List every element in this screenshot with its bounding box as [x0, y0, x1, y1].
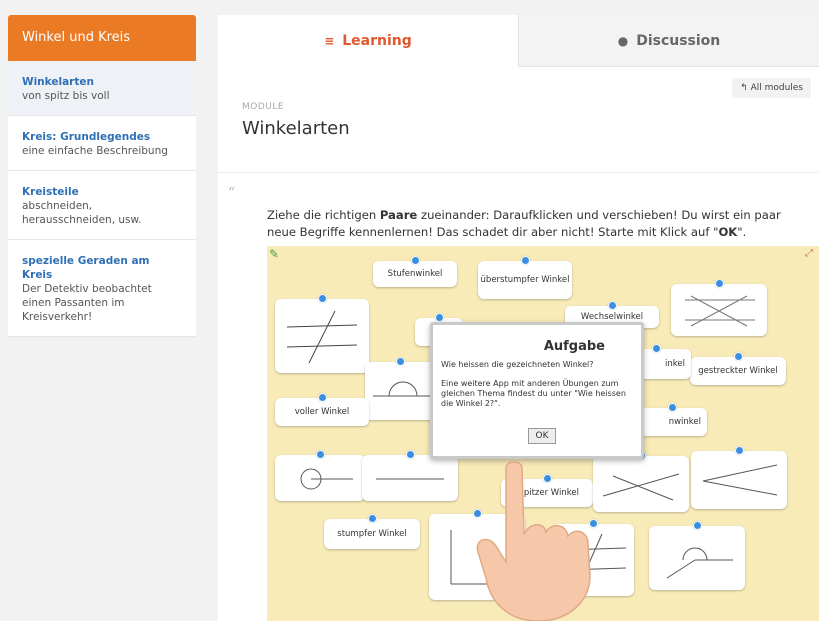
pin	[608, 301, 617, 310]
sidebar-item-subtitle: eine einfache Beschreibung	[22, 145, 168, 157]
hand-pointer-icon	[476, 461, 591, 621]
card-label: nwinkel	[668, 417, 701, 427]
sidebar-item-title: Kreis: Grundlegendes	[22, 131, 151, 143]
full-angle-drawing	[300, 468, 353, 490]
card-label: Wechselwinkel	[580, 312, 644, 322]
card-label: stumpfer Winkel	[337, 529, 407, 539]
half-circle-drawing	[373, 381, 431, 397]
tab-bar: ≡ Learning ● Discussion	[218, 15, 819, 67]
pin	[318, 393, 327, 402]
pin	[652, 344, 661, 353]
spitzer-winkel-drawing	[702, 464, 778, 496]
dialog-question: Wie heissen die gezeichneten Winkel?	[441, 360, 594, 369]
quote-icon: “	[228, 185, 236, 201]
page-title: Winkelarten	[242, 118, 350, 139]
card-label: Stufenwinkel	[387, 269, 443, 279]
card-nebenwinkel[interactable]: nwinkel	[637, 403, 707, 436]
sidebar-item-title: Winkelarten	[22, 76, 94, 88]
back-arrow-icon: ↰	[740, 83, 748, 93]
card-ueberstumpfer-winkel[interactable]: überstumpfer Winkel	[478, 256, 572, 299]
card-semicircle-drawing[interactable]	[365, 357, 435, 420]
pin	[734, 352, 743, 361]
module-label: MODULE	[242, 102, 285, 112]
card-acute-angle-drawing[interactable]	[691, 446, 787, 509]
straight-angle-drawing	[376, 478, 444, 480]
fullscreen-icon[interactable]: ⤢	[805, 248, 813, 259]
sidebar-list: Winkelarten von spitz bis voll Kreis: Gr…	[8, 61, 196, 337]
instruction-bold: Paare	[379, 208, 418, 222]
tab-label: Discussion	[636, 32, 721, 49]
card-crossing-lines-drawing[interactable]	[671, 279, 767, 336]
dialog-text: Eine weitere App mit anderen Übungen zum…	[441, 379, 626, 408]
pin	[368, 514, 377, 523]
sidebar-header: Winkel und Kreis	[8, 15, 196, 61]
sidebar: Winkel und Kreis Winkelarten von spitz b…	[8, 15, 196, 337]
pin	[411, 256, 420, 265]
sidebar-item-subtitle: abschneiden, herausschneiden, usw.	[22, 200, 142, 226]
card-parallel-lines-drawing[interactable]	[275, 294, 369, 373]
card-obtuse-angle-drawing[interactable]	[649, 521, 745, 590]
card-gestreckter-winkel[interactable]: gestreckter Winkel	[690, 352, 786, 385]
tab-learning[interactable]: ≡ Learning	[218, 15, 518, 67]
sidebar-item-winkelarten[interactable]: Winkelarten von spitz bis voll	[8, 61, 196, 116]
card-label: gestreckter Winkel	[698, 366, 778, 376]
hint-icon[interactable]: ✎	[269, 247, 279, 261]
card-label: voller Winkel	[294, 407, 350, 417]
instruction-bold: OK	[718, 225, 738, 239]
sidebar-item-spezielle-geraden[interactable]: spezielle Geraden am Kreis Der Detektiv …	[8, 240, 196, 337]
pin	[396, 357, 405, 366]
sidebar-item-title: Kreisteile	[22, 186, 79, 198]
instruction-part: ".	[737, 225, 747, 239]
pin	[735, 446, 744, 455]
card-straight-angle-drawing[interactable]	[362, 450, 458, 501]
instruction-part: Ziehe die richtigen	[267, 208, 380, 222]
list-icon: ≡	[324, 34, 335, 48]
pin	[316, 450, 325, 459]
divider	[218, 172, 819, 173]
stumpfer-winkel-drawing	[666, 547, 733, 579]
sidebar-item-title: spezielle Geraden am Kreis	[22, 255, 150, 281]
card-full-angle-drawing[interactable]	[275, 450, 365, 501]
instruction-text: Ziehe die richtigen Paare zueinander: Da…	[267, 207, 812, 241]
pin	[406, 450, 415, 459]
card-label: inkel	[665, 359, 685, 369]
sidebar-item-kreis-grundlegendes[interactable]: Kreis: Grundlegendes eine einfache Besch…	[8, 116, 196, 171]
wechselwinkel-drawing	[685, 295, 755, 327]
all-modules-label: All modules	[750, 83, 803, 93]
sidebar-item-subtitle: von spitz bis voll	[22, 90, 110, 102]
pin	[693, 521, 702, 530]
pin	[435, 313, 444, 322]
pin	[521, 256, 530, 265]
stufenwinkel-drawing	[286, 310, 358, 364]
chat-icon: ●	[617, 33, 629, 48]
sidebar-item-subtitle: Der Detektiv beobachtet einen Passanten …	[22, 283, 152, 323]
pin	[715, 279, 724, 288]
card-label: überstumpfer Winkel	[480, 275, 570, 285]
tab-discussion[interactable]: ● Discussion	[518, 15, 819, 67]
task-dialog: Aufgabe Wie heissen die gezeichneten Win…	[430, 322, 644, 459]
card-voller-winkel[interactable]: voller Winkel	[275, 393, 369, 426]
pin	[318, 294, 327, 303]
ok-button[interactable]: OK	[528, 428, 556, 444]
card-stufenwinkel[interactable]: Stufenwinkel	[373, 256, 457, 287]
exercise-board: ✎ ⤢ Stufenwinkel überstumpfer Winkel Wec…	[267, 246, 819, 621]
card-stumpfer-winkel[interactable]: stumpfer Winkel	[324, 514, 420, 549]
dialog-title: Aufgabe	[543, 339, 605, 354]
sidebar-item-kreisteile[interactable]: Kreisteile abschneiden, herausschneiden,…	[8, 171, 196, 240]
tab-label: Learning	[342, 33, 412, 49]
all-modules-button[interactable]: ↰ All modules	[732, 78, 811, 98]
pin	[668, 403, 677, 412]
